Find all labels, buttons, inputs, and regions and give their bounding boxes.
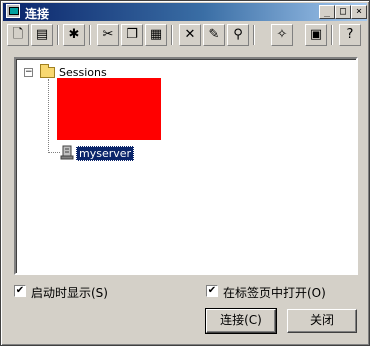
server-session-icon [60, 145, 74, 160]
new-folder-icon[interactable]: ✱ [63, 24, 85, 46]
delete-icon[interactable]: ✕ [179, 24, 201, 46]
redacted-block [57, 78, 161, 140]
help-icon[interactable]: ? [339, 24, 361, 46]
connect-dialog: 连接 _ □ × 🗋 ▤ ✱ ✂ ❐ ▦ ✕ ✎ ⚲ ✧ ▣ ? − Sessi… [0, 0, 370, 346]
open-in-tab-label[interactable]: 在标签页中打开(O) [223, 284, 326, 301]
new-session-icon[interactable]: 🗋 [7, 24, 29, 46]
paste-icon[interactable]: ▦ [145, 24, 167, 46]
show-on-startup-checkbox[interactable]: ✔ [14, 285, 26, 297]
tree-line [48, 79, 49, 153]
maximize-button[interactable]: □ [335, 5, 351, 19]
cut-icon[interactable]: ✂ [97, 24, 119, 46]
open-in-tab-checkbox[interactable]: ✔ [206, 285, 218, 297]
connect-button[interactable]: 连接(C) [205, 308, 277, 334]
toolbar-separator [89, 25, 91, 45]
toolbar-separator [57, 25, 59, 45]
minimize-button[interactable]: _ [319, 5, 335, 19]
rename-icon[interactable]: ✎ [203, 24, 225, 46]
toolbar-separator [171, 25, 173, 45]
session-settings-icon[interactable]: ▣ [305, 24, 327, 46]
collapse-icon[interactable]: − [24, 68, 33, 77]
tree-line [48, 152, 60, 153]
window-title: 连接 [25, 7, 50, 21]
toolbar-separator [331, 25, 333, 45]
copy-icon[interactable]: ❐ [121, 24, 143, 46]
desktop-shortcut-icon[interactable]: ✧ [271, 24, 293, 46]
find-icon[interactable]: ⚲ [227, 24, 249, 46]
toolbar: 🗋 ▤ ✱ ✂ ❐ ▦ ✕ ✎ ⚲ ✧ ▣ ? [3, 23, 367, 49]
close-button[interactable]: 关闭 [287, 309, 357, 333]
show-on-startup-label[interactable]: 启动时显示(S) [31, 284, 108, 301]
tree-item-myserver[interactable]: myserver [76, 146, 135, 161]
close-window-button[interactable]: × [351, 5, 367, 19]
title-bar[interactable]: 连接 _ □ × [3, 3, 367, 21]
app-icon [6, 4, 20, 18]
properties-icon[interactable]: ▤ [31, 24, 53, 46]
session-tree[interactable]: − Sessions myserver [14, 57, 358, 275]
toolbar-separator [253, 25, 255, 45]
folder-icon [40, 64, 55, 78]
